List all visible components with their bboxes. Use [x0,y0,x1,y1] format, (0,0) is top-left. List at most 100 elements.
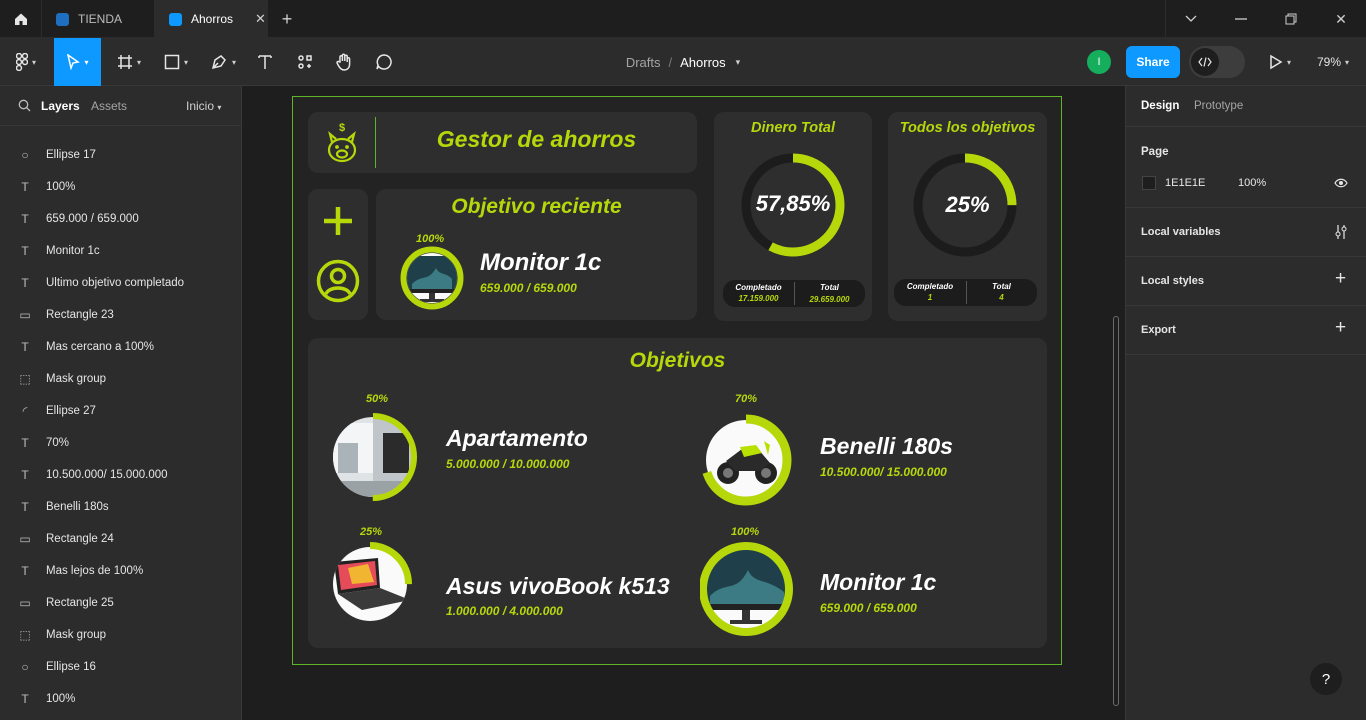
text-layer-icon: T [21,276,29,290]
layer-row[interactable]: T 10.500.000/ 15.000.000 [0,459,241,491]
hand-tool[interactable] [328,38,360,86]
chevron-down-icon[interactable] [1176,0,1206,38]
local-styles-section[interactable]: Local styles + [1126,257,1366,306]
completed-value: 17.159.000 [738,294,779,303]
tab-assets[interactable]: Assets [91,99,127,113]
plus-icon[interactable]: + [1335,317,1346,339]
layer-row[interactable]: T 100% [0,171,241,203]
main-menu-button[interactable]: ▾ [6,38,46,86]
layer-row[interactable]: T 659.000 / 659.000 [0,203,241,235]
local-variables-section[interactable]: Local variables [1126,208,1366,257]
layer-row[interactable]: ◜ Ellipse 27 [0,395,241,427]
page-color-opacity[interactable]: 100% [1238,177,1266,189]
add-goal-button[interactable] [320,203,356,239]
goal-amount: 659.000 / 659.000 [820,601,917,615]
layer-row[interactable]: ○ Ellipse 17 [0,139,241,171]
share-button[interactable]: Share [1126,46,1180,78]
profile-button[interactable] [316,259,360,303]
frame-tool[interactable]: ▾ [108,38,150,86]
canvas-scrollbar[interactable] [1113,316,1119,706]
layer-row[interactable]: T Mas cercano a 100% [0,331,241,363]
tab-prototype[interactable]: Prototype [1194,100,1243,112]
total-money-card: Dinero Total 57,85% Completado 17.159.00… [714,112,872,321]
file-name[interactable]: Ahorros [680,55,726,70]
goal-item[interactable]: 100% Monitor 1c 659.000 / 659.000 [700,526,1040,641]
breadcrumb-drafts[interactable]: Drafts [626,55,661,70]
layer-row[interactable]: ▭ Rectangle 23 [0,299,241,331]
layer-row[interactable]: ⬚ Mask group [0,363,241,395]
play-icon [1270,54,1283,70]
search-icon[interactable] [18,99,31,112]
layer-row[interactable]: T 70% [0,427,241,459]
goal-item[interactable]: 25% Asus vivoBook k513 1.000.000 / 4.000… [328,526,688,636]
recent-goal-percent: 100% [416,233,445,245]
export-section[interactable]: Export + [1126,306,1366,355]
zoom-menu[interactable]: 79% ▾ [1308,38,1358,86]
plus-icon[interactable]: + [1335,268,1346,290]
goal-name: Benelli 180s [820,433,953,459]
text-tool[interactable] [250,38,280,86]
rectangle-icon: ▭ [19,596,31,610]
layer-row[interactable]: ⬚ Mask group [0,619,241,651]
layer-name: 70% [46,437,70,449]
goal-amount: 5.000.000 / 10.000.000 [446,457,570,471]
canvas[interactable]: $ Gestor de ahorros Objetivo reciente 10… [242,86,1125,720]
tab-tienda[interactable]: TIENDA [42,0,155,38]
home-button[interactable] [0,0,42,38]
goal-item[interactable]: 50% Apartamento 5.000.000 / 10.000.000 [328,393,668,508]
all-goals-card: Todos los objetivos 25% Completado 1 Tot… [888,112,1047,321]
comment-tool[interactable] [368,38,400,86]
total-value: 4 [999,293,1004,302]
close-tab-icon[interactable]: ✕ [255,11,266,27]
layer-row[interactable]: ▭ Rectangle 24 [0,523,241,555]
recent-goal-heading: Objetivo reciente [451,195,622,218]
sliders-icon[interactable] [1334,224,1348,240]
layer-row[interactable]: ▭ Rectangle 25 [0,587,241,619]
move-tool[interactable]: ▾ [54,38,101,86]
new-tab-button[interactable]: + [268,0,306,38]
tab-ahorros[interactable]: Ahorros ✕ [155,0,268,38]
home-icon [14,13,27,25]
page-color-hex[interactable]: 1E1E1E [1165,177,1205,189]
layer-row[interactable]: ○ Ellipse 16 [0,651,241,683]
left-panel-header: Layers Assets Inicio ▾ [0,86,241,126]
layer-row[interactable]: T Mas lejos de 100% [0,555,241,587]
hand-icon [336,53,351,71]
page-color-swatch[interactable] [1142,176,1156,190]
help-button[interactable]: ? [1310,663,1342,695]
layer-name: Ellipse 17 [46,149,96,161]
layer-row[interactable]: T Monitor 1c [0,235,241,267]
rectangle-icon: ▭ [19,532,31,546]
goal-item[interactable]: 70% Benelli 180s 10.500.000/ 15.000.000 [700,393,1040,513]
layer-name: Monitor 1c [46,245,100,257]
recent-goal-card[interactable]: Objetivo reciente 100% Monitor 1c 659.00… [376,189,697,320]
text-layer-icon: T [21,436,29,450]
page-selector[interactable]: Inicio ▾ [186,99,221,113]
ellipse-icon: ○ [21,660,29,674]
tab-layers[interactable]: Layers [41,99,80,113]
text-layer-icon: T [21,468,29,482]
pen-icon [211,55,226,70]
avatar[interactable]: I [1087,50,1111,74]
present-button[interactable]: ▾ [1262,38,1298,86]
text-layer-icon: T [21,244,29,258]
restore-icon[interactable] [1276,0,1306,38]
chevron-down-icon[interactable]: ▾ [736,57,741,68]
goals-card: Objetivos 50% Apartamento 5.000.000 / 10… [308,338,1047,648]
close-window-icon[interactable]: ✕ [1326,0,1356,38]
design-frame[interactable]: $ Gestor de ahorros Objetivo reciente 10… [292,96,1062,665]
layer-row[interactable]: T 100% [0,683,241,715]
page-section: Page 1E1E1E 100% [1126,127,1366,208]
tab-design[interactable]: Design [1141,100,1179,112]
layer-name: Benelli 180s [46,501,109,513]
chevron-down-icon: ▾ [183,57,188,67]
shape-tool[interactable]: ▾ [155,38,197,86]
eye-icon[interactable] [1334,178,1348,188]
layer-row[interactable]: T Ultimo objetivo completado [0,267,241,299]
pen-tool[interactable]: ▾ [202,38,244,86]
layer-row[interactable]: T Benelli 180s [0,491,241,523]
resources-tool[interactable] [290,38,320,86]
dev-mode-toggle[interactable] [1189,46,1245,78]
minimize-icon[interactable] [1226,0,1256,38]
goal-ring [700,542,793,636]
